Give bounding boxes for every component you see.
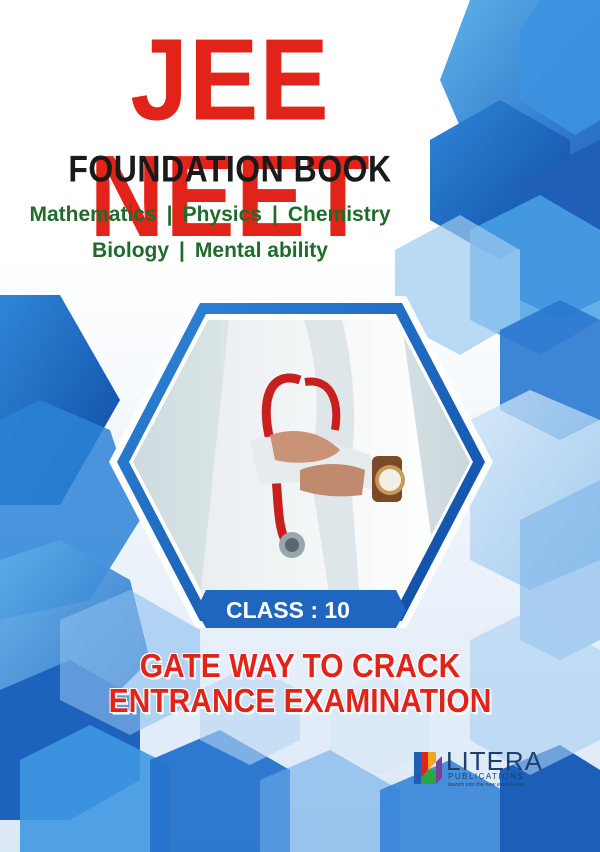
subject-chemistry: Chemistry — [287, 203, 391, 226]
subject-separator: | — [166, 203, 173, 226]
subject-mental-ability: Mental ability — [194, 239, 328, 262]
publisher-logo: LITERA PUBLICATIONS launch into the new … — [412, 746, 562, 792]
book-subtitle: FOUNDATION BOOK — [68, 148, 392, 190]
tagline-text-2: ENTRANCE EXAMINATION — [108, 683, 492, 720]
tagline-line-2: ENTRANCE EXAMINATION — [0, 683, 600, 721]
tagline-line-1: GATE WAY TO CRACK — [0, 648, 600, 686]
subject-biology: Biology — [92, 239, 170, 262]
subjects-row-2: Biology | Mental ability — [0, 239, 420, 263]
subject-separator: | — [179, 239, 185, 262]
litera-logo-icon — [414, 752, 442, 784]
subject-physics: Physics — [182, 203, 262, 226]
book-cover: JEE NEET FOUNDATION BOOK Mathematics | Phy… — [0, 0, 600, 852]
subject-separator: | — [271, 203, 278, 226]
publisher-sub: PUBLICATIONS — [448, 772, 525, 781]
subjects-row-1: Mathematics | Physics | Chemistry — [0, 203, 420, 227]
tagline-text-1: GATE WAY TO CRACK — [139, 648, 461, 685]
subject-mathematics: Mathematics — [29, 203, 157, 226]
publisher-tagline: launch into the new experience... — [448, 782, 529, 788]
class-label: CLASS : 10 — [226, 597, 350, 623]
